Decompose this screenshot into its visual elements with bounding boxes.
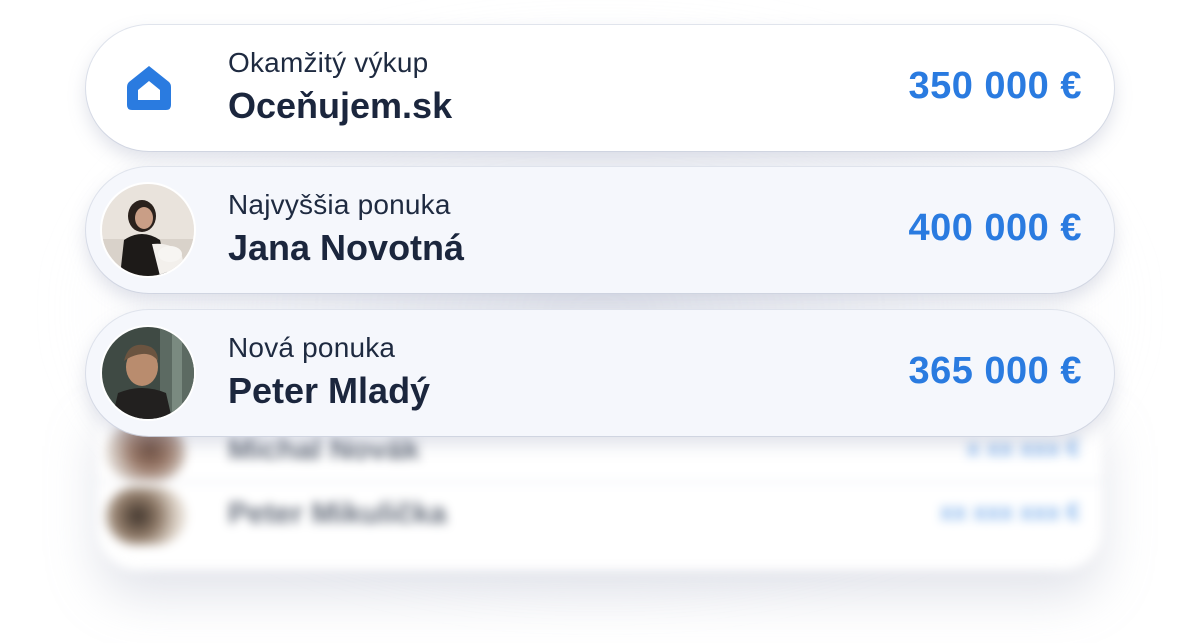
avatar: [102, 327, 194, 419]
offer-price: x xx xxx €: [966, 435, 1080, 462]
offer-subtitle: Okamžitý výkup: [228, 47, 429, 78]
offers-widget: Michal Novák x xx xxx € Peter Mikulička …: [0, 0, 1200, 643]
offer-name: Peter Mikulička: [228, 497, 447, 530]
offer-card-new[interactable]: Nová ponuka Peter Mladý 365 000 €: [86, 310, 1114, 436]
house-icon: [124, 63, 174, 113]
offer-price: xx xxx xxx €: [939, 499, 1080, 526]
offer-card-highest[interactable]: Najvyššia ponuka Jana Novotná 400 000 €: [86, 167, 1114, 293]
offer-subtitle: Nová ponuka: [228, 332, 396, 363]
avatar: [106, 487, 186, 545]
offer-name: Jana Novotná: [228, 227, 465, 268]
offer-name: Oceňujem.sk: [228, 85, 453, 126]
offer-name: Michal Novák: [228, 433, 420, 466]
offer-price: 400 000 €: [908, 207, 1082, 249]
offer-price: 365 000 €: [908, 350, 1082, 392]
avatar: [102, 184, 194, 276]
offer-price: 350 000 €: [908, 65, 1082, 107]
blurred-offer-row: Peter Mikulička xx xxx xxx €: [98, 481, 1102, 545]
offer-subtitle: Najvyššia ponuka: [228, 189, 451, 220]
offer-name: Peter Mladý: [228, 370, 431, 411]
offer-card-instant-buyout[interactable]: Okamžitý výkup Oceňujem.sk 350 000 €: [86, 25, 1114, 151]
